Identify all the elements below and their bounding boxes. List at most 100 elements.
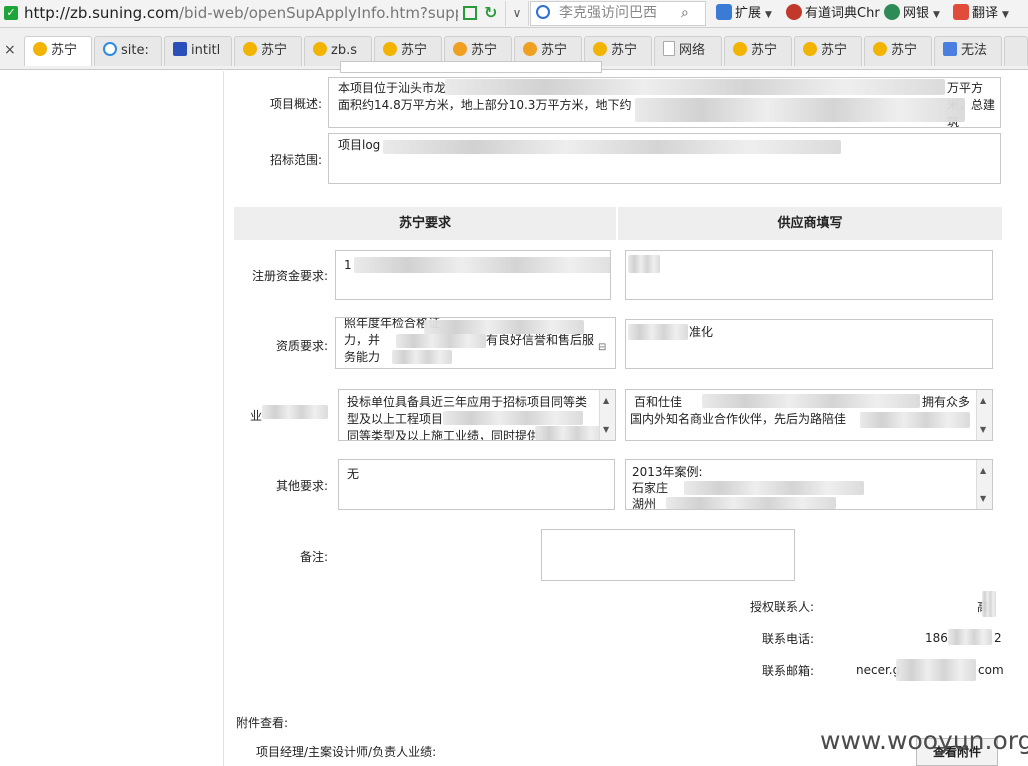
email-prefix: necer.g xyxy=(856,663,901,677)
scrollbar[interactable]: ▲ ▼ xyxy=(976,390,992,440)
tab-label: site: xyxy=(121,43,149,58)
tab-label: 苏宁 xyxy=(541,43,568,58)
toolbar-label: 扩展 xyxy=(735,6,762,21)
phone-label: 联系电话: xyxy=(761,632,814,646)
performance-suning-field[interactable]: 投标单位具备具近三年应用于招标项目同等类 型及以上工程项目 同等类型及以上施工业… xyxy=(338,389,616,441)
redaction-blur xyxy=(702,394,920,408)
ie-icon xyxy=(873,42,887,56)
qual-supplier-text: 准化 xyxy=(689,325,714,339)
search-engine-icon[interactable] xyxy=(536,5,550,19)
qual-text-line3: 务能力 xyxy=(344,350,381,364)
toolbar-youdao-button[interactable]: 有道词典Chr xyxy=(786,3,880,25)
lion-icon xyxy=(453,42,467,56)
perf-supplier-line1-end: 拥有众多 xyxy=(922,395,971,409)
qual-text-line2: 力，并 xyxy=(344,333,381,347)
search-box[interactable]: 李克强访问巴西 ⌕ xyxy=(530,1,706,26)
bank-icon xyxy=(884,4,900,20)
google-icon xyxy=(943,42,957,56)
redaction-blur xyxy=(684,481,864,495)
other-supplier-field[interactable]: 2013年案例: 石家庄 湖州 ▲ ▼ xyxy=(625,459,993,510)
new-tab-button[interactable] xyxy=(1004,36,1028,66)
capital-suning-field[interactable]: 1 xyxy=(335,250,611,300)
ie-icon xyxy=(593,42,607,56)
search-input[interactable]: 李克强访问巴西 xyxy=(559,2,657,25)
scope-textarea[interactable]: 项目log xyxy=(328,133,1001,184)
other-supplier-line3: 湖州 xyxy=(632,497,657,510)
column-header-suning: 苏宁要求 xyxy=(234,207,616,240)
ie-icon xyxy=(243,42,257,56)
redaction-blur xyxy=(443,411,583,425)
redaction-blur xyxy=(860,412,970,428)
qualification-supplier-field[interactable]: 准化 xyxy=(625,319,993,369)
attachment-label: 附件查看: xyxy=(236,716,289,730)
url-field[interactable]: http://zb.suning.com/bid-web/openSupAppl… xyxy=(24,0,458,27)
tab-suning-2[interactable]: 苏宁 xyxy=(234,36,302,66)
perf-text-line2: 型及以上工程项目 xyxy=(347,412,444,426)
youdao-icon xyxy=(786,4,802,20)
toolbar-translate-button[interactable]: 翻译 ▼ xyxy=(953,3,1009,25)
tab-label: 苏宁 xyxy=(751,43,778,58)
cut-off-field[interactable] xyxy=(340,61,602,73)
toolbar-bank-button[interactable]: 网银 ▼ xyxy=(884,3,940,25)
tab-suning-7[interactable]: 苏宁 xyxy=(724,36,792,66)
qr-code-icon[interactable] xyxy=(463,6,477,20)
paw-icon xyxy=(173,42,187,56)
tab-error[interactable]: 无法 xyxy=(934,36,1002,66)
ie-icon xyxy=(313,42,327,56)
scrollbar[interactable]: ▲ ▼ xyxy=(976,460,992,509)
redaction-blur xyxy=(262,405,328,419)
toolbar-label: 有道词典Chr xyxy=(805,6,880,21)
capital-supplier-field[interactable] xyxy=(625,250,993,300)
email-label: 联系邮箱: xyxy=(761,664,814,678)
tab-label: 苏宁 xyxy=(471,43,498,58)
tab-suning-9[interactable]: 苏宁 xyxy=(864,36,932,66)
divider xyxy=(223,71,224,766)
tab-label: 苏宁 xyxy=(821,43,848,58)
perf-text-line3: 同等类型及以上施工业绩，同时提供 xyxy=(347,429,540,441)
redaction-blur xyxy=(628,255,660,273)
qual-text-line2-end: 有良好信誉和售后服 xyxy=(486,333,595,347)
performance-supplier-field[interactable]: 百和仕佳 拥有众多 国内外知名商业合作伙伴，先后为路陪佳 ▲ ▼ xyxy=(625,389,993,441)
refresh-icon[interactable]: ↻ xyxy=(484,4,502,22)
tab-site[interactable]: site: xyxy=(94,36,162,66)
remark-label: 备注: xyxy=(299,550,328,564)
qualification-suning-field[interactable]: 照年度年检合格证 力，并 有良好信誉和售后服 务能力 ⊟ xyxy=(335,317,616,369)
puzzle-icon xyxy=(716,4,732,20)
email-suffix: com xyxy=(978,663,1004,677)
remark-field[interactable] xyxy=(541,529,795,581)
tab-network[interactable]: 网络 xyxy=(654,36,722,66)
chevron-down-icon[interactable]: ∨ xyxy=(505,1,529,26)
address-bar: ✓ http://zb.suning.com/bid-web/openSupAp… xyxy=(0,0,1028,28)
scrollbar[interactable]: ▲ ▼ xyxy=(599,390,615,440)
toolbar-extensions-button[interactable]: 扩展 ▼ xyxy=(716,3,772,25)
overview-text-line1: 本项目位于汕头市龙 xyxy=(338,81,447,95)
resize-icon[interactable]: ⊟ xyxy=(598,339,606,356)
scope-text: 项目log xyxy=(338,138,381,152)
tab-suning-1[interactable]: 苏宁 xyxy=(24,36,92,66)
redaction-blur xyxy=(896,659,976,681)
tab-label: 苏宁 xyxy=(261,43,288,58)
other-suning-field[interactable]: 无 xyxy=(338,459,615,510)
tab-label: 网络 xyxy=(679,43,706,58)
redaction-blur xyxy=(392,350,452,364)
capital-suning-text: 1 xyxy=(344,258,352,272)
column-header-supplier: 供应商填写 xyxy=(618,207,1002,240)
toolbar-label: 翻译 xyxy=(972,6,999,21)
watermark: www.wooyun.org xyxy=(820,726,1028,755)
qualification-label: 资质要求: xyxy=(275,339,328,353)
search-icon[interactable]: ⌕ xyxy=(681,4,699,22)
pm-performance-label: 项目经理/主案设计师/负责人业绩: xyxy=(256,745,437,759)
contact-label: 授权联系人: xyxy=(749,600,814,614)
tab-suning-8[interactable]: 苏宁 xyxy=(794,36,862,66)
ie-icon xyxy=(803,42,817,56)
overview-textarea[interactable]: 本项目位于汕头市龙 万平方米，总建筑 面积约14.8万平方米，地上部分10.3万… xyxy=(328,77,1001,128)
lion-icon xyxy=(523,42,537,56)
close-tab-icon[interactable]: × xyxy=(4,42,16,58)
phone-prefix: 186 xyxy=(925,631,948,645)
tab-intitle[interactable]: intitl xyxy=(164,36,232,66)
tab-label: 苏宁 xyxy=(891,43,918,58)
scope-label: 招标范围: xyxy=(269,153,322,167)
redaction-blur xyxy=(396,334,486,348)
tab-label: 苏宁 xyxy=(51,43,78,58)
shield-icon: ✓ xyxy=(4,6,18,20)
